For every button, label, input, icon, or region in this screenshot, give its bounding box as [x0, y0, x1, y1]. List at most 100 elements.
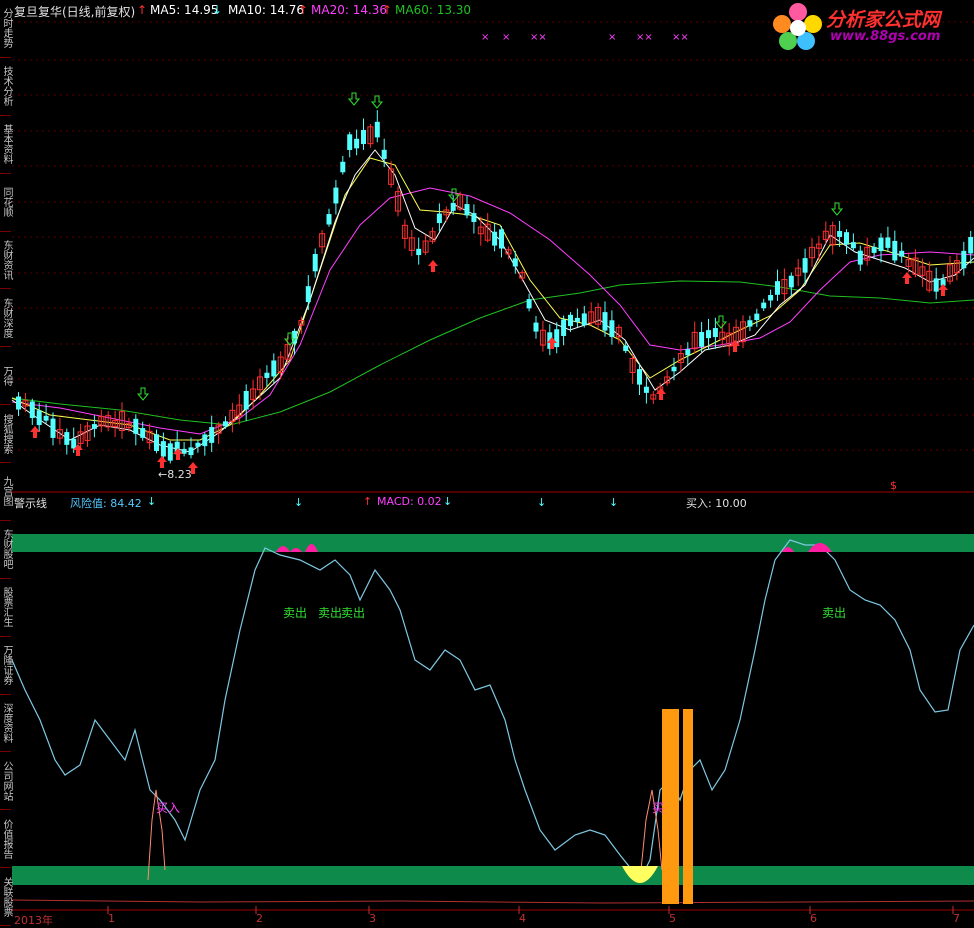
sell-arrow-icon — [370, 95, 384, 109]
candle-body-down — [533, 322, 539, 332]
candle-body-down — [961, 250, 967, 269]
sell-label: 卖出 — [341, 606, 366, 620]
buy-arrow-icon — [30, 426, 40, 438]
candle-body-down — [554, 329, 560, 348]
sidebar-tab[interactable]: 万隆证券 — [0, 636, 12, 695]
candle-body-down — [885, 237, 891, 248]
candle-body-down — [64, 432, 70, 445]
down-arrow-icon: ↓ — [537, 496, 546, 509]
candle-body-down — [264, 372, 270, 378]
macd-label: MACD: 0.02 — [377, 495, 442, 508]
candle-body-down — [581, 313, 587, 326]
x-tick-label: 7 — [953, 912, 960, 925]
logo-url: www.88gs.com — [830, 29, 941, 44]
candle-body-down — [968, 236, 974, 254]
candle-body-down — [561, 319, 567, 336]
x-mark: × — [481, 32, 490, 43]
indicator-line — [11, 539, 974, 882]
candle-body-down — [609, 320, 615, 337]
buy-label: 买入 — [156, 801, 181, 815]
sidebar-tab[interactable]: 同花顺 — [0, 173, 12, 232]
logo-title: 分析家公式网 — [826, 9, 941, 31]
ma60-label: MA60: 13.30 — [395, 3, 472, 17]
candle-body-down — [29, 401, 35, 418]
candle-body-down — [623, 345, 629, 352]
sidebar-tab[interactable]: 分时走势 — [0, 0, 12, 58]
buy-arrow-icon — [902, 272, 912, 284]
indicator-name: 警示线 — [14, 497, 47, 510]
sidebar-tab[interactable]: 东财资讯 — [0, 231, 12, 290]
candle-body-down — [685, 349, 691, 356]
sidebar-tab[interactable]: 关联股票 — [0, 868, 12, 926]
sidebar-tab[interactable]: 九宫图 — [0, 463, 12, 521]
sidebar-tab[interactable]: 搜狐搜索 — [0, 405, 12, 463]
candle-body-down — [526, 299, 532, 309]
sell-arrow-icon — [714, 315, 728, 329]
buy-value-label: 买入: 10.00 — [686, 497, 747, 510]
x-tick-label: 4 — [519, 912, 526, 925]
signal-bar — [662, 709, 679, 904]
candle-body-down — [416, 248, 422, 256]
candle-body-down — [50, 418, 56, 438]
x-tick-label: 3 — [369, 912, 376, 925]
sell-label: 卖出 — [822, 606, 847, 620]
down-arrow-icon: ↓ — [294, 496, 303, 509]
lower-warning-band — [12, 866, 974, 885]
candle-body-down — [167, 443, 173, 461]
buy-label: 买 — [652, 801, 665, 815]
x-mark: ×× — [636, 32, 653, 43]
candle-body-down — [374, 121, 380, 138]
candle-body-down — [643, 386, 649, 393]
sell-label: 卖出 — [283, 606, 308, 620]
sidebar-tab[interactable]: 技术分析 — [0, 57, 12, 116]
sell-label: 卖出 — [318, 606, 343, 620]
sidebar-tab[interactable]: 基本资料 — [0, 115, 12, 174]
candle-body-down — [499, 229, 504, 249]
sidebar-tab[interactable]: 价值报告 — [0, 810, 12, 869]
sidebar-tab[interactable]: 股票汇生 — [0, 578, 12, 637]
candle-body-down — [312, 254, 318, 272]
x-mark: × — [608, 32, 617, 43]
macd-down-arrow: ↓ — [443, 495, 453, 508]
candle-body-down — [602, 312, 608, 331]
candle-body-down — [36, 410, 42, 426]
candle-body-down — [381, 149, 387, 159]
candle-body-down — [706, 330, 711, 339]
flower-logo-icon — [773, 3, 822, 50]
candle-body-down — [464, 204, 470, 216]
risk-label: 风险值: 84.42 — [70, 497, 142, 510]
ma5-label: MA5: 14.95 — [150, 3, 219, 17]
candle-body-down — [761, 302, 767, 309]
dollar-marker: $ — [890, 479, 897, 492]
ma10-arrow: ↓ — [212, 3, 223, 17]
candle-body-down — [892, 240, 898, 261]
candle-body-down — [91, 424, 97, 429]
candle-body-down — [512, 258, 518, 267]
low-price-label: ←8.23 — [158, 468, 192, 481]
sidebar-tab[interactable]: 东财股吧 — [0, 520, 12, 579]
buy-arrow-icon — [938, 284, 948, 296]
x-tick-label: 1 — [108, 912, 115, 925]
candle-body-down — [181, 448, 187, 454]
candle-body-down — [871, 246, 877, 253]
candle-body-down — [857, 250, 863, 265]
candle-body-down — [837, 231, 843, 237]
candle-body-down — [699, 332, 705, 347]
candle-body-down — [574, 317, 580, 322]
candle-body-down — [933, 278, 939, 292]
candle-body-down — [154, 434, 159, 451]
sidebar-tab[interactable]: 东财深度 — [0, 289, 12, 348]
candle-body-down — [209, 427, 215, 443]
candle-body-down — [492, 231, 498, 246]
sidebar-tab[interactable]: 公司网站 — [0, 752, 12, 811]
chart-canvas[interactable]: ↓ ↓ ↓ — [0, 0, 974, 926]
candle-body-down — [43, 415, 49, 421]
candle-body-down — [775, 281, 780, 295]
risk-arrow: ↓ — [147, 495, 157, 508]
x-tick-label: 5 — [669, 912, 676, 925]
moving-average-line — [11, 280, 974, 426]
candle-body-down — [326, 214, 332, 225]
sidebar-tabs: 分时走势 技术分析 基本资料 同花顺 东财资讯 东财深度 万得 搜狐搜索 九宫图 东财股吧 股票汇生… — [0, 0, 12, 926]
sidebar-tab[interactable]: 万得 — [0, 347, 12, 406]
sidebar-tab[interactable]: 深度资料 — [0, 694, 12, 753]
